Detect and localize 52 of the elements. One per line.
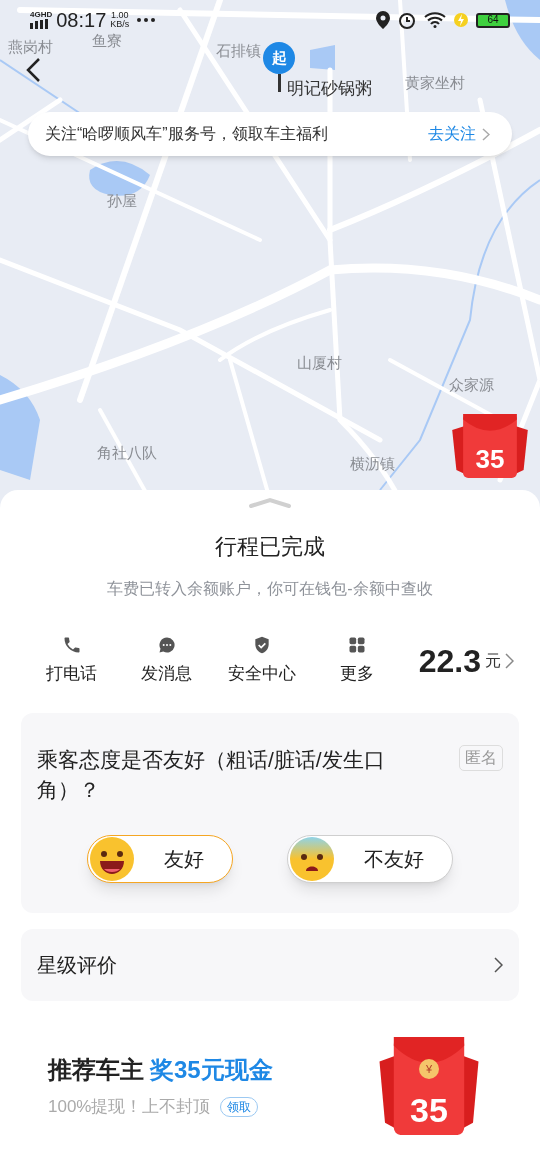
promo-title: 推荐车主: [48, 1054, 144, 1085]
map-poi-label: 明记砂锅粥: [287, 78, 372, 100]
action-button[interactable]: 发消息: [119, 635, 214, 687]
map-place-label: 角社八队: [97, 443, 157, 463]
answer-option[interactable]: 友好: [87, 834, 233, 883]
map-place-label: 鱼寮: [92, 31, 122, 51]
question-text: 乘客态度是否友好（粗话/脏话/发生口角）？: [37, 746, 386, 803]
trip-status-title: 行程已完成: [215, 533, 325, 561]
banner-text: 关注“哈啰顺风车”服务号，领取车主福利: [45, 124, 328, 144]
amount-text: 35: [475, 446, 505, 472]
start-pin-marker: 起: [263, 42, 295, 74]
clock-time: 08:17: [56, 8, 107, 33]
pin-stem: [277, 74, 281, 92]
amount-text: 35: [410, 1092, 448, 1127]
map-place-label: 黄家坐村: [405, 73, 465, 93]
net-speed-text: 1.00: [111, 11, 129, 20]
chevron-right-icon: [494, 956, 503, 973]
action-button[interactable]: 打电话: [24, 635, 119, 687]
promo-highlight: 奖35元现金: [150, 1054, 273, 1085]
map-place-label: 孙屋: [107, 191, 137, 211]
fare-unit: 元: [485, 650, 501, 671]
promo-subtitle: 100%提现！上不封顶: [48, 1095, 211, 1118]
map-place-label: 众家源: [449, 375, 494, 395]
answer-option[interactable]: 不友好: [287, 834, 453, 883]
map-place-label: 燕岗村: [8, 37, 53, 57]
grid-icon: [346, 635, 367, 655]
action-button[interactable]: 安全中心: [214, 635, 309, 687]
map-place-label: 横沥镇: [350, 454, 395, 474]
chevron-right-icon[interactable]: [505, 652, 514, 669]
star-rating-row[interactable]: 星级评价: [21, 928, 519, 1001]
map-place-label: 山厦村: [297, 353, 342, 373]
scared-face-icon: [289, 835, 335, 882]
charging-icon: [454, 12, 468, 28]
battery-icon: 64: [476, 12, 510, 28]
fare-amount[interactable]: 22.3: [418, 644, 481, 677]
follow-banner[interactable]: 关注“哈啰顺风车”服务号，领取车主福利 去关注: [28, 112, 512, 156]
map-place-label: 石排镇: [216, 41, 261, 61]
more-dots-icon: [137, 18, 156, 22]
alarm-icon: [398, 11, 416, 29]
chevron-right-icon: [482, 127, 490, 141]
sheet-handle-icon[interactable]: [248, 496, 292, 508]
smiling-face-icon: [89, 835, 135, 882]
wifi-icon: [424, 12, 446, 28]
network-type-text: 4GHD: [30, 11, 53, 19]
anonymous-tag: 匿名: [459, 744, 503, 771]
location-icon: [376, 11, 390, 29]
chat-bubble-icon: [156, 635, 177, 655]
action-button[interactable]: 更多: [309, 635, 404, 687]
follow-link[interactable]: 去关注: [428, 122, 476, 146]
net-speed-unit: KB/s: [110, 20, 130, 29]
building-area-drawing: [310, 45, 335, 70]
trip-status-subtitle: 车费已转入余额账户，你可在钱包-余额中查收: [107, 579, 433, 599]
